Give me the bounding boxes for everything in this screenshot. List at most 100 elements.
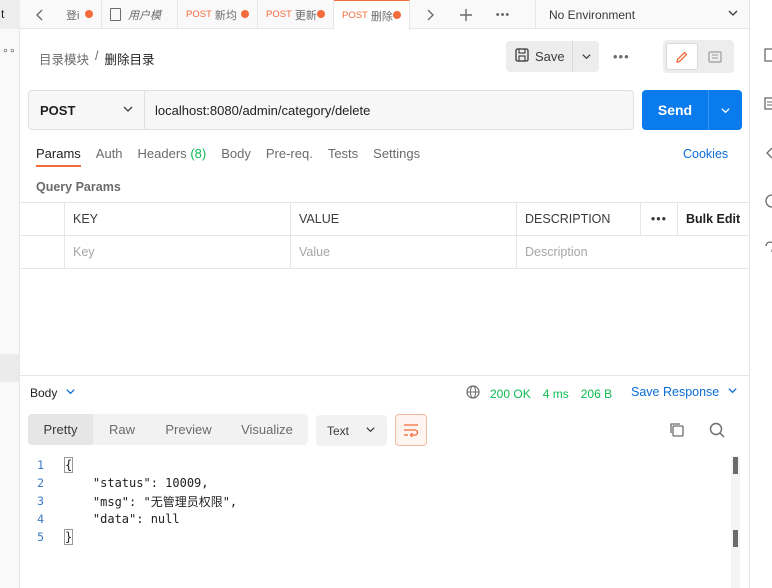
format-tab-pretty[interactable]: Pretty: [28, 414, 93, 445]
tab-scroll-left-icon[interactable]: [25, 0, 55, 29]
send-options-chevron-down-icon[interactable]: [709, 90, 742, 130]
response-size[interactable]: 206 B: [581, 387, 612, 401]
request-more-icon[interactable]: •••: [613, 49, 630, 64]
save-disk-icon: [515, 48, 529, 65]
code-line: 2 "status": 10009,: [20, 474, 732, 492]
param-description-input[interactable]: Description: [517, 236, 747, 268]
copy-icon[interactable]: [669, 422, 685, 441]
line-number: 1: [37, 458, 44, 472]
code-icon[interactable]: [764, 146, 772, 163]
sidebar-selected-item[interactable]: [0, 354, 19, 382]
code-text: "msg": "无管理员权限",: [64, 494, 238, 509]
save-label: Save: [535, 49, 565, 64]
breadcrumb-parent[interactable]: 目录模块: [39, 49, 89, 68]
tab-more-icon[interactable]: •••: [488, 0, 518, 29]
tab-bar: 登i 用户模 POST 新均 POST 更新 POST 删除 ••• No En…: [20, 0, 749, 30]
send-button[interactable]: Send: [642, 90, 709, 130]
response-body-select[interactable]: Body: [30, 386, 76, 400]
response-body-code[interactable]: 1 { 2 "status": 10009, 3 "msg": "无管理员权限"…: [20, 456, 732, 588]
tab-params[interactable]: Params: [36, 146, 81, 167]
breadcrumb-current[interactable]: 删除目录: [105, 49, 155, 68]
code-line: 3 "msg": "无管理员权限",: [20, 492, 732, 510]
response-type-value: Text: [327, 423, 350, 438]
unsaved-dot-icon: [393, 11, 401, 19]
search-icon[interactable]: [709, 422, 725, 441]
tab-body[interactable]: Body: [221, 146, 251, 167]
method-select[interactable]: POST: [29, 91, 145, 129]
new-tab-plus-icon[interactable]: [451, 0, 481, 29]
tab-request-0[interactable]: 登i: [58, 0, 102, 29]
cookies-link[interactable]: Cookies: [683, 147, 728, 161]
info-icon[interactable]: [764, 194, 772, 211]
url-input[interactable]: [145, 91, 633, 129]
tab-request-4-active[interactable]: POST 删除: [334, 0, 410, 30]
column-options-more-icon[interactable]: •••: [641, 203, 678, 235]
format-tab-preview[interactable]: Preview: [151, 414, 226, 445]
globe-icon[interactable]: [466, 385, 480, 402]
response-format-tabs: Pretty Raw Preview Visualize: [28, 414, 308, 445]
code-scrollbar-thumb[interactable]: [733, 530, 738, 547]
tab-tests[interactable]: Tests: [328, 146, 358, 167]
tab-auth[interactable]: Auth: [96, 146, 123, 167]
breadcrumb: 目录模块 / 删除目录: [39, 49, 155, 68]
send-button-group: Send: [642, 90, 742, 130]
param-value-input[interactable]: Value: [291, 236, 517, 268]
tab-settings[interactable]: Settings: [373, 146, 420, 167]
code-text: {: [64, 457, 74, 473]
breadcrumb-separator: /: [95, 49, 99, 63]
response-type-select[interactable]: Text: [316, 415, 387, 446]
bulk-edit-button[interactable]: Bulk Edit: [678, 203, 749, 235]
save-button[interactable]: Save: [506, 41, 573, 72]
unsaved-dot-icon: [317, 10, 325, 18]
response-time[interactable]: 4 ms: [543, 387, 569, 401]
lightbulb-icon[interactable]: [764, 240, 772, 257]
documentation-icon[interactable]: [764, 48, 772, 65]
save-response-button[interactable]: Save Response: [631, 385, 738, 399]
code-line: 4 "data": null: [20, 510, 732, 528]
code-text: }: [64, 529, 74, 545]
tab-pre-request[interactable]: Pre-req.: [266, 146, 313, 167]
environment-select[interactable]: No Environment: [535, 0, 749, 29]
status-badge[interactable]: 200 OK: [490, 387, 531, 401]
table-header-row: KEY VALUE DESCRIPTION ••• Bulk Edit: [20, 203, 749, 236]
tab-request-1[interactable]: 用户模: [102, 0, 178, 29]
line-number: 3: [37, 494, 44, 508]
document-icon: [110, 8, 121, 21]
chevron-down-icon: [727, 385, 738, 399]
environment-label: No Environment: [549, 7, 636, 22]
comments-icon[interactable]: [764, 97, 772, 114]
param-key-input[interactable]: Key: [65, 236, 291, 268]
sidebar-tab-fragment[interactable]: t: [0, 0, 20, 29]
response-meta: 200 OK 4 ms 206 B: [466, 385, 612, 402]
column-header-key: KEY: [65, 203, 291, 235]
table-row: Key Value Description: [20, 236, 749, 269]
unsaved-dot-icon: [241, 10, 249, 18]
line-number: 5: [37, 530, 44, 544]
code-scrollbar-thumb[interactable]: [733, 457, 738, 474]
save-options-chevron-down-icon[interactable]: [573, 41, 599, 72]
response-bar: Body 200 OK 4 ms 206 B Save Response: [20, 375, 749, 409]
code-scrollbar-track[interactable]: [731, 456, 740, 588]
line-number: 2: [37, 476, 44, 490]
query-params-title: Query Params: [36, 180, 121, 194]
tab-scroll-right-icon[interactable]: [415, 0, 445, 29]
tab-method: POST: [266, 9, 292, 20]
documentation-view-icon[interactable]: [700, 43, 731, 70]
wrap-lines-icon[interactable]: [395, 414, 427, 446]
chevron-down-icon: [65, 386, 76, 400]
chevron-down-icon: [122, 103, 134, 118]
format-tab-raw[interactable]: Raw: [93, 414, 151, 445]
right-sidebar-edge: [749, 0, 772, 588]
code-text: "status": 10009,: [64, 476, 209, 490]
save-response-label: Save Response: [631, 385, 720, 399]
tab-name: 删除: [370, 10, 393, 23]
chevron-down-icon: [727, 7, 739, 22]
tab-headers[interactable]: Headers (8): [138, 146, 207, 167]
format-tab-visualize[interactable]: Visualize: [226, 414, 308, 445]
tab-request-2[interactable]: POST 新均: [178, 0, 258, 29]
tab-request-3[interactable]: POST 更新: [258, 0, 334, 29]
unsaved-dot-icon: [85, 10, 93, 18]
edit-pencil-icon[interactable]: [666, 43, 698, 70]
sidebar-more-icon[interactable]: ∘∘: [2, 44, 16, 57]
method-value: POST: [40, 102, 76, 118]
